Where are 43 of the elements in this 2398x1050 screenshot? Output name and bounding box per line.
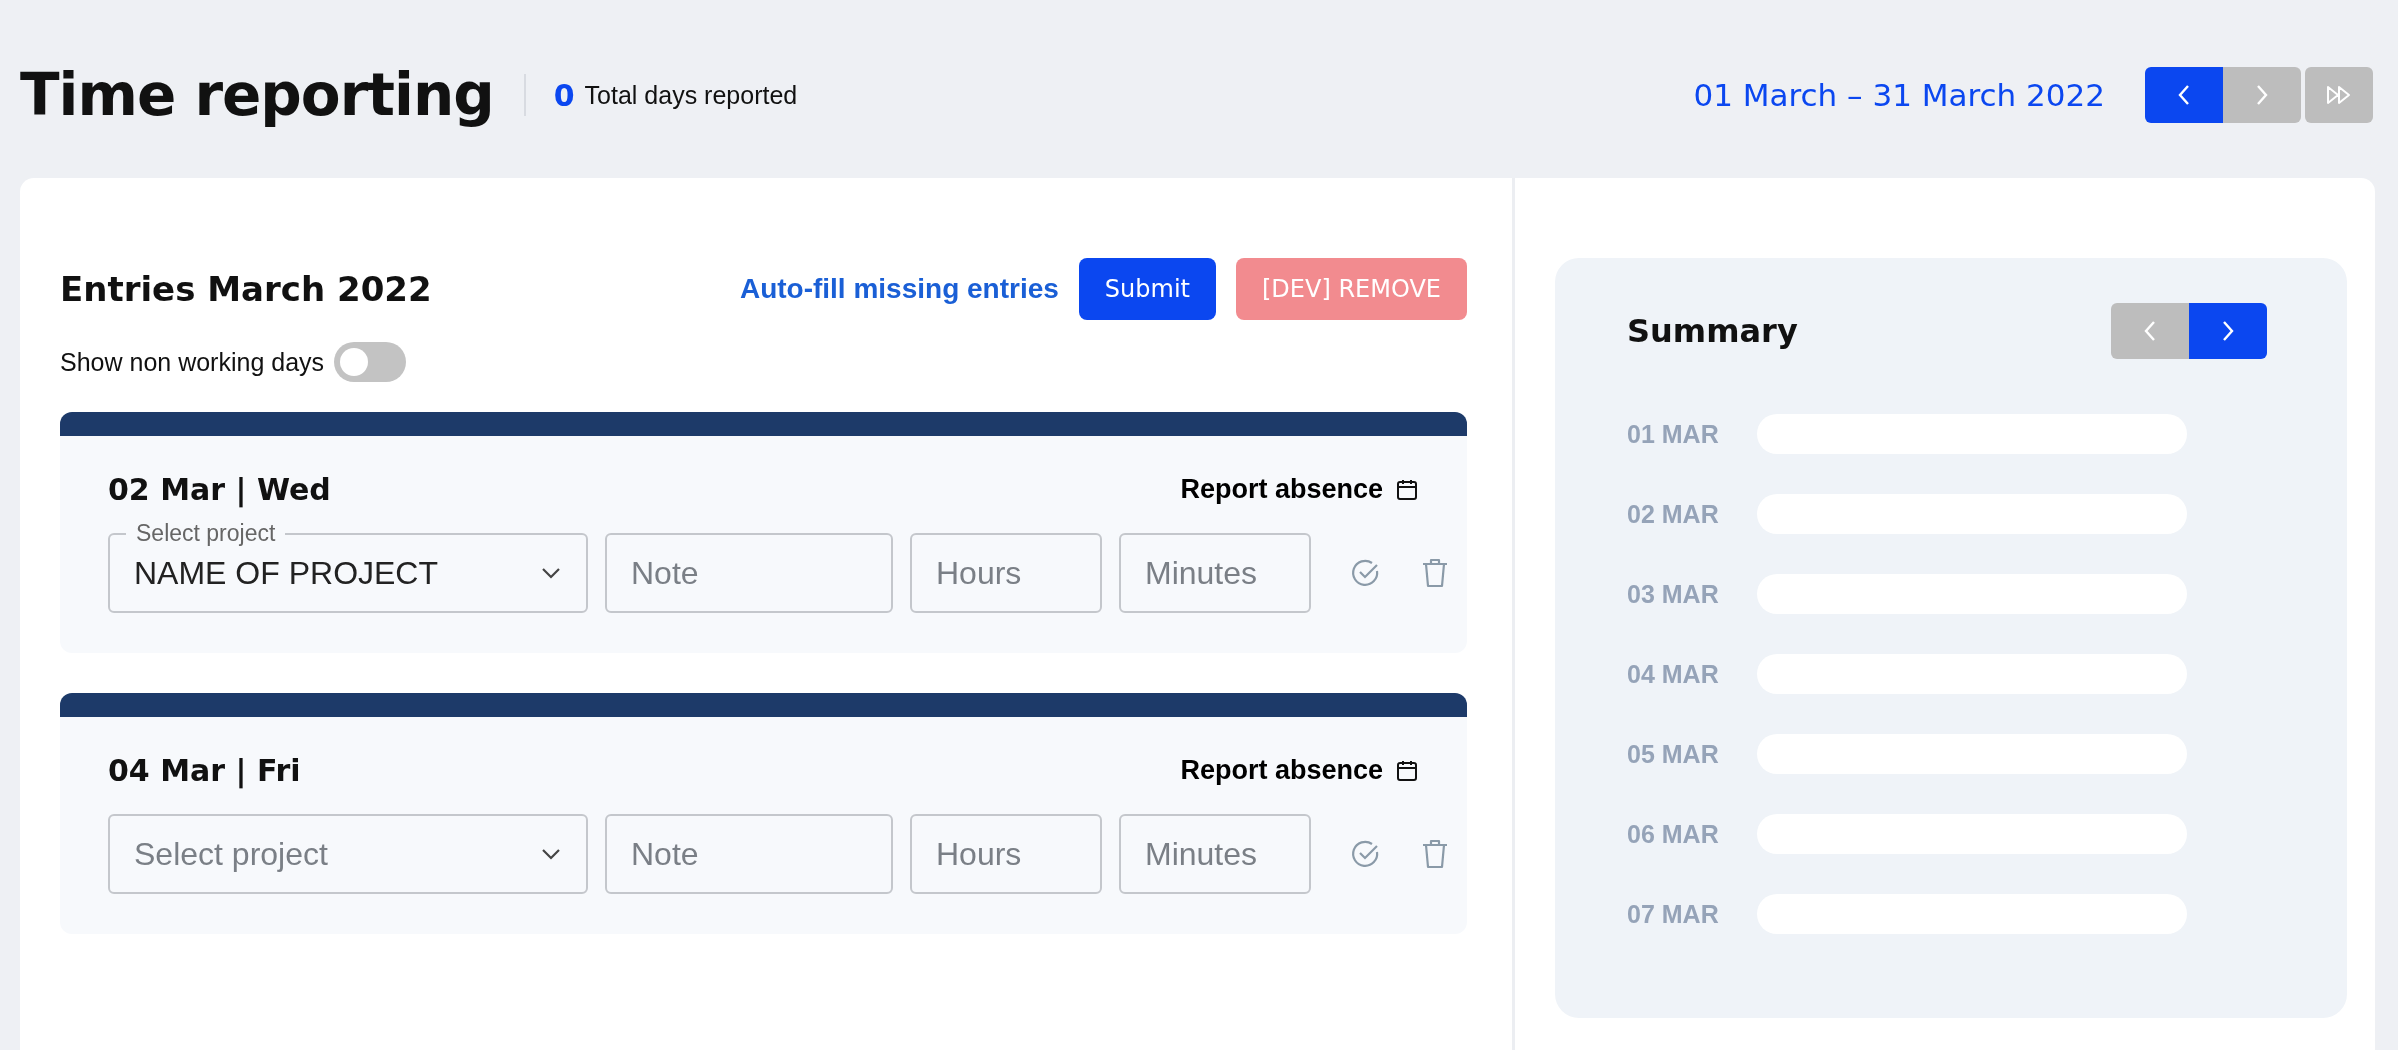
chevron-left-icon — [2177, 84, 2191, 106]
next-button[interactable] — [2189, 303, 2267, 359]
day-date: 02 Mar | Wed — [108, 472, 331, 507]
toggle-switch[interactable] — [334, 342, 407, 382]
total-days-label: Total days reported — [584, 80, 798, 110]
note-field[interactable]: Note — [605, 814, 893, 894]
page-title: Time reporting — [20, 61, 494, 129]
chevron-down-icon — [540, 847, 562, 861]
report-absence-button[interactable]: Report absence — [1180, 755, 1419, 786]
summary-date: 04 MAR — [1627, 659, 1720, 689]
previous-button[interactable] — [2145, 67, 2223, 123]
autofill-link[interactable]: Auto-fill missing entries — [739, 273, 1059, 305]
chevron-right-icon — [2221, 320, 2235, 342]
hours-field[interactable]: Hours — [910, 533, 1102, 613]
trash-icon — [1421, 557, 1449, 589]
toggle-label: Show non working days — [60, 347, 325, 377]
trash-icon — [1421, 838, 1449, 870]
summary-date: 05 MAR — [1627, 739, 1720, 769]
hours-field[interactable]: Hours — [910, 814, 1102, 894]
chevron-right-icon — [2255, 84, 2269, 106]
chevron-left-icon — [2143, 320, 2157, 342]
fast-forward-button[interactable] — [2305, 67, 2373, 123]
total-days-count: 0 — [553, 77, 575, 113]
report-absence-button[interactable]: Report absence — [1180, 474, 1419, 505]
summary-date: 07 MAR — [1627, 899, 1720, 929]
summary-date: 02 MAR — [1627, 499, 1720, 529]
submit-button[interactable]: Submit — [1078, 258, 1216, 320]
chevron-down-icon — [540, 566, 562, 580]
note-field[interactable]: Note — [605, 533, 893, 613]
summary-date: 06 MAR — [1627, 819, 1720, 849]
calendar-icon — [1395, 477, 1419, 502]
summary-title: Summary — [1627, 312, 1798, 350]
previous-button[interactable] — [2111, 303, 2189, 359]
minutes-field[interactable]: Minutes — [1119, 533, 1311, 613]
calendar-icon — [1395, 758, 1419, 783]
day-date: 04 Mar | Fri — [108, 753, 301, 788]
fast-forward-icon — [2326, 85, 2352, 105]
period-label: 01 March – 31 March 2022 — [1693, 77, 2105, 113]
summary-date: 03 MAR — [1627, 579, 1720, 609]
next-button[interactable] — [2223, 67, 2301, 123]
minutes-field[interactable]: Minutes — [1119, 814, 1311, 894]
summary-date: 01 MAR — [1627, 419, 1720, 449]
entries-title: Entries March 2022 — [60, 269, 432, 309]
